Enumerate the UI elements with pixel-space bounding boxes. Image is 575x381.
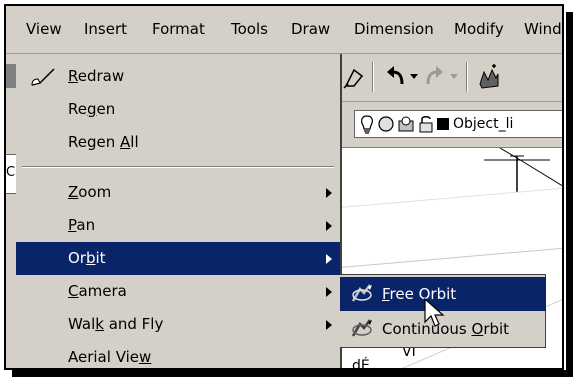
menu-item-label: Redraw	[68, 67, 125, 85]
menu-insert[interactable]: Insert	[84, 16, 127, 42]
continuous-orbit-icon	[351, 319, 372, 337]
menu-separator	[22, 166, 334, 168]
undo-dropdown-icon[interactable]	[410, 74, 418, 80]
menu-item-label: Regen	[68, 100, 116, 118]
menu-item-aerial-view[interactable]: Aerial View	[16, 341, 340, 368]
match-properties-icon[interactable]	[342, 64, 366, 90]
mouse-pointer-icon	[424, 298, 445, 327]
menu-item-label: Walk and Fly	[68, 315, 164, 333]
screenshot-drop-shadow-bottom	[12, 370, 573, 377]
menu-item-label: Zoom	[68, 183, 112, 201]
menu-item-label: Orbit	[68, 249, 106, 267]
redo-dropdown-icon[interactable]	[450, 74, 458, 80]
screenshot-drop-shadow-right	[566, 12, 573, 377]
menu-item-label: Camera	[68, 282, 127, 300]
menu-item-zoom[interactable]: Zoom	[16, 176, 340, 209]
menu-item-label: Pan	[68, 216, 96, 234]
redo-icon[interactable]	[424, 64, 446, 90]
menu-tools[interactable]: Tools	[231, 16, 268, 42]
view-menu-dropdown: Redraw Regen Regen All Zoom Pan Orbit Ca…	[16, 54, 342, 368]
redraw-brush-icon	[31, 68, 55, 86]
lightbulb-icon[interactable]	[359, 114, 375, 134]
toolbar-separator	[372, 62, 374, 92]
layer-color-swatch	[437, 118, 449, 130]
menu-item-walk-and-fly[interactable]: Walk and Fly	[16, 308, 340, 341]
partial-drawing-text-2: dÉ	[352, 358, 370, 370]
menu-item-regen-all[interactable]: Regen All	[16, 126, 340, 159]
viewport-freeze-icon[interactable]	[397, 115, 415, 133]
submenu-arrow-icon	[326, 254, 332, 264]
left-clipped-text: C	[6, 165, 16, 180]
menu-draw[interactable]: Draw	[291, 16, 330, 42]
menu-dimension[interactable]: Dimension	[354, 16, 434, 42]
application-window: View Insert Format Tools Draw Dimension …	[4, 4, 564, 370]
menu-bar: View Insert Format Tools Draw Dimension …	[6, 6, 562, 54]
menu-item-pan[interactable]: Pan	[16, 209, 340, 242]
menu-view[interactable]: View	[26, 16, 62, 42]
submenu-arrow-icon	[326, 221, 332, 231]
freeze-sun-icon[interactable]	[377, 115, 395, 133]
submenu-arrow-icon	[326, 320, 332, 330]
toolbar-separator	[466, 62, 468, 92]
undo-icon[interactable]	[384, 64, 406, 90]
menu-item-label: Aerial View	[68, 348, 152, 366]
menu-format[interactable]: Format	[152, 16, 205, 42]
left-toolbar-button[interactable]	[6, 64, 16, 88]
lock-icon[interactable]	[417, 114, 435, 134]
layers-toolbar: Object_li	[334, 102, 562, 148]
layer-control-dropdown[interactable]: Object_li	[354, 110, 562, 138]
menu-item-label: Regen All	[68, 133, 139, 151]
menu-window[interactable]: Wind	[524, 16, 562, 42]
submenu-arrow-icon	[326, 188, 332, 198]
menu-item-orbit[interactable]: Orbit	[16, 242, 340, 275]
menu-item-camera[interactable]: Camera	[16, 275, 340, 308]
menu-modify[interactable]: Modify	[454, 16, 504, 42]
menu-item-redraw[interactable]: Redraw	[16, 60, 340, 93]
pan-realtime-icon[interactable]	[476, 64, 502, 90]
free-orbit-icon	[351, 284, 372, 302]
menu-item-regen[interactable]: Regen	[16, 93, 340, 126]
submenu-arrow-icon	[326, 287, 332, 297]
current-layer-name: Object_li	[453, 116, 514, 132]
standard-toolbar	[334, 54, 562, 102]
